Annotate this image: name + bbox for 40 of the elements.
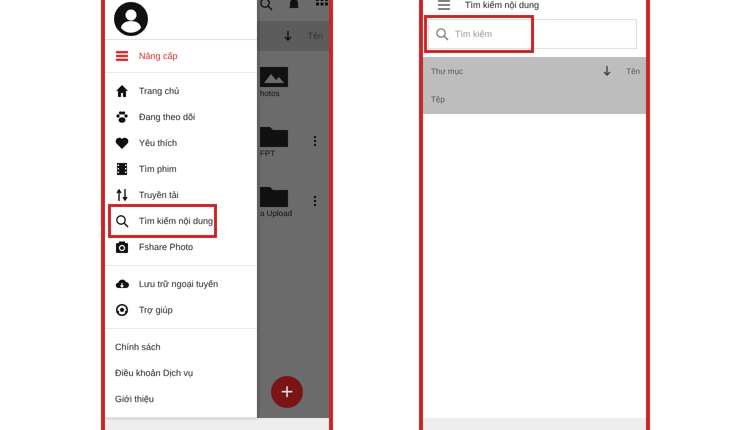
drawer-menu-item[interactable]: Truyền tải — [105, 182, 257, 208]
home-icon — [115, 84, 129, 98]
drawer-menu-item[interactable]: Chính sách — [105, 334, 257, 360]
folder-name[interactable]: a Upload — [260, 208, 292, 218]
drawer-menu-item[interactable]: Đang theo dõi — [105, 104, 257, 130]
folder-name[interactable]: FPT — [260, 148, 276, 158]
sort-label[interactable]: Tên — [626, 66, 640, 76]
avatar-icon[interactable] — [114, 2, 148, 36]
drawer-menu-item[interactable]: Lưu trữ ngoại tuyến — [105, 271, 257, 297]
camera-icon — [115, 240, 129, 254]
drawer-menu-item[interactable]: Điều khoản Dịch vụ — [105, 360, 257, 386]
cloud-download-icon — [115, 277, 129, 291]
search-field[interactable]: Tìm kiếm — [428, 19, 637, 49]
search-icon — [259, 0, 273, 11]
drawer-menu-item[interactable]: Trợ giúp — [105, 297, 257, 323]
folder-icon[interactable] — [260, 64, 288, 86]
more-options-icon[interactable] — [313, 195, 317, 207]
film-icon — [115, 162, 129, 176]
drawer-menu-item[interactable]: Tìm kiếm nội dung — [105, 208, 257, 234]
drawer-menu-item[interactable]: Fshare Photo — [105, 234, 257, 260]
drawer-menu-item[interactable]: Yêu thích — [105, 130, 257, 156]
paw-icon — [115, 110, 129, 124]
drawer-menu-item[interactable]: Tìm phim — [105, 156, 257, 182]
drawer-menu-item[interactable]: Giới thiệu — [105, 386, 257, 412]
folder-icon[interactable] — [260, 124, 288, 146]
transfer-arrows-icon — [115, 188, 129, 202]
heart-icon — [115, 136, 129, 150]
soccer-ball-icon — [115, 303, 129, 317]
menu-icon[interactable] — [437, 0, 451, 12]
more-options-icon[interactable] — [313, 135, 317, 147]
folder-icon[interactable] — [260, 184, 288, 206]
section-header: Tệp — [431, 95, 445, 104]
folder-name[interactable]: hotos — [260, 88, 280, 98]
bell-icon[interactable] — [287, 0, 301, 11]
drawer-menu-item[interactable]: Trang chủ — [105, 78, 257, 104]
list-icon — [115, 48, 129, 63]
search-icon — [115, 214, 129, 228]
section-header: Thư mục — [431, 66, 464, 76]
page-title: Tìm kiếm nội dung — [465, 0, 540, 10]
add-button[interactable]: + — [271, 376, 303, 408]
